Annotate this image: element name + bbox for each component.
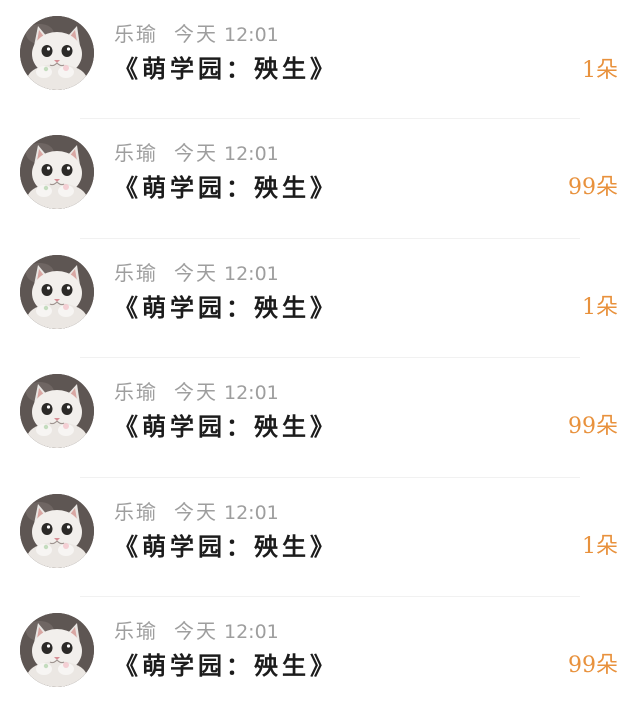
gift-record-list: 乐瑜 今天 12:01 《萌学园：殃生》 1朵 乐瑜 今天 12:01 《萌学园：殃生》… (0, 0, 640, 704)
item-meta: 乐瑜 今天 12:01 (114, 139, 279, 167)
list-item[interactable]: 乐瑜 今天 12:01 《萌学园：殃生》 1朵 (0, 239, 640, 358)
list-item[interactable]: 乐瑜 今天 12:01 《萌学园：殃生》 1朵 (0, 478, 640, 597)
date-label: 今天 (174, 380, 218, 404)
time-label: 12:01 (224, 502, 279, 524)
user-name: 乐瑜 (114, 141, 158, 165)
list-item[interactable]: 乐瑜 今天 12:01 《萌学园：殃生》 99朵 (0, 119, 640, 239)
cat-illustration (20, 135, 94, 209)
book-title: 《萌学园：殃生》 (114, 532, 338, 561)
cat-illustration (20, 255, 94, 329)
cat-illustration (20, 494, 94, 568)
flower-count: 1朵 (582, 295, 618, 320)
flower-count: 99朵 (568, 414, 618, 439)
item-meta: 乐瑜 今天 12:01 (114, 20, 279, 48)
date-label: 今天 (174, 619, 218, 643)
cat-avatar[interactable] (20, 613, 94, 687)
date-label: 今天 (174, 22, 218, 46)
list-item[interactable]: 乐瑜 今天 12:01 《萌学园：殃生》 1朵 (0, 0, 640, 119)
cat-avatar[interactable] (20, 255, 94, 329)
cat-avatar[interactable] (20, 494, 94, 568)
book-title: 《萌学园：殃生》 (114, 412, 338, 441)
flower-count: 99朵 (568, 653, 618, 678)
cat-avatar[interactable] (20, 135, 94, 209)
cat-illustration (20, 16, 94, 90)
user-name: 乐瑜 (114, 619, 158, 643)
time-label: 12:01 (224, 382, 279, 404)
book-title: 《萌学园：殃生》 (114, 173, 338, 202)
date-label: 今天 (174, 500, 218, 524)
date-label: 今天 (174, 141, 218, 165)
item-meta: 乐瑜 今天 12:01 (114, 259, 279, 287)
flower-count: 1朵 (582, 58, 618, 83)
item-meta: 乐瑜 今天 12:01 (114, 378, 279, 406)
item-meta: 乐瑜 今天 12:01 (114, 617, 279, 645)
list-item[interactable]: 乐瑜 今天 12:01 《萌学园：殃生》 99朵 (0, 358, 640, 478)
cat-illustration (20, 374, 94, 448)
cat-illustration (20, 613, 94, 687)
user-name: 乐瑜 (114, 22, 158, 46)
user-name: 乐瑜 (114, 261, 158, 285)
time-label: 12:01 (224, 143, 279, 165)
flower-count: 1朵 (582, 534, 618, 559)
flower-count: 99朵 (568, 175, 618, 200)
book-title: 《萌学园：殃生》 (114, 54, 338, 83)
item-meta: 乐瑜 今天 12:01 (114, 498, 279, 526)
time-label: 12:01 (224, 24, 279, 46)
time-label: 12:01 (224, 621, 279, 643)
user-name: 乐瑜 (114, 380, 158, 404)
user-name: 乐瑜 (114, 500, 158, 524)
book-title: 《萌学园：殃生》 (114, 651, 338, 680)
list-item[interactable]: 乐瑜 今天 12:01 《萌学园：殃生》 99朵 (0, 597, 640, 704)
book-title: 《萌学园：殃生》 (114, 293, 338, 322)
time-label: 12:01 (224, 263, 279, 285)
cat-avatar[interactable] (20, 16, 94, 90)
cat-avatar[interactable] (20, 374, 94, 448)
date-label: 今天 (174, 261, 218, 285)
